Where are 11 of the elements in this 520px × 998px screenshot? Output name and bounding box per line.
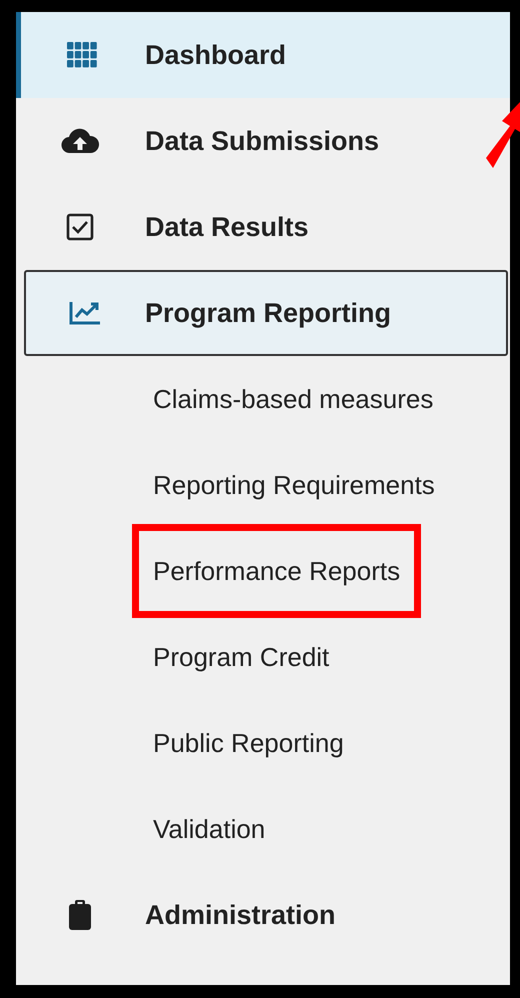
highlighted-nav-link[interactable]: Performance Reports (132, 524, 422, 618)
nav-item[interactable]: Program Reporting (24, 270, 508, 356)
checkbox-icon (66, 213, 94, 241)
nav-item[interactable]: Data Results (16, 184, 510, 270)
grid-icon (67, 42, 97, 68)
clipboard-icon (68, 900, 92, 930)
nav-item[interactable]: Dashboard (16, 12, 510, 98)
annotation-arrow (484, 102, 520, 168)
nav-item[interactable]: Data Submissions (16, 98, 510, 184)
line-chart-icon (68, 301, 100, 325)
cloud-upload-icon (60, 128, 98, 154)
